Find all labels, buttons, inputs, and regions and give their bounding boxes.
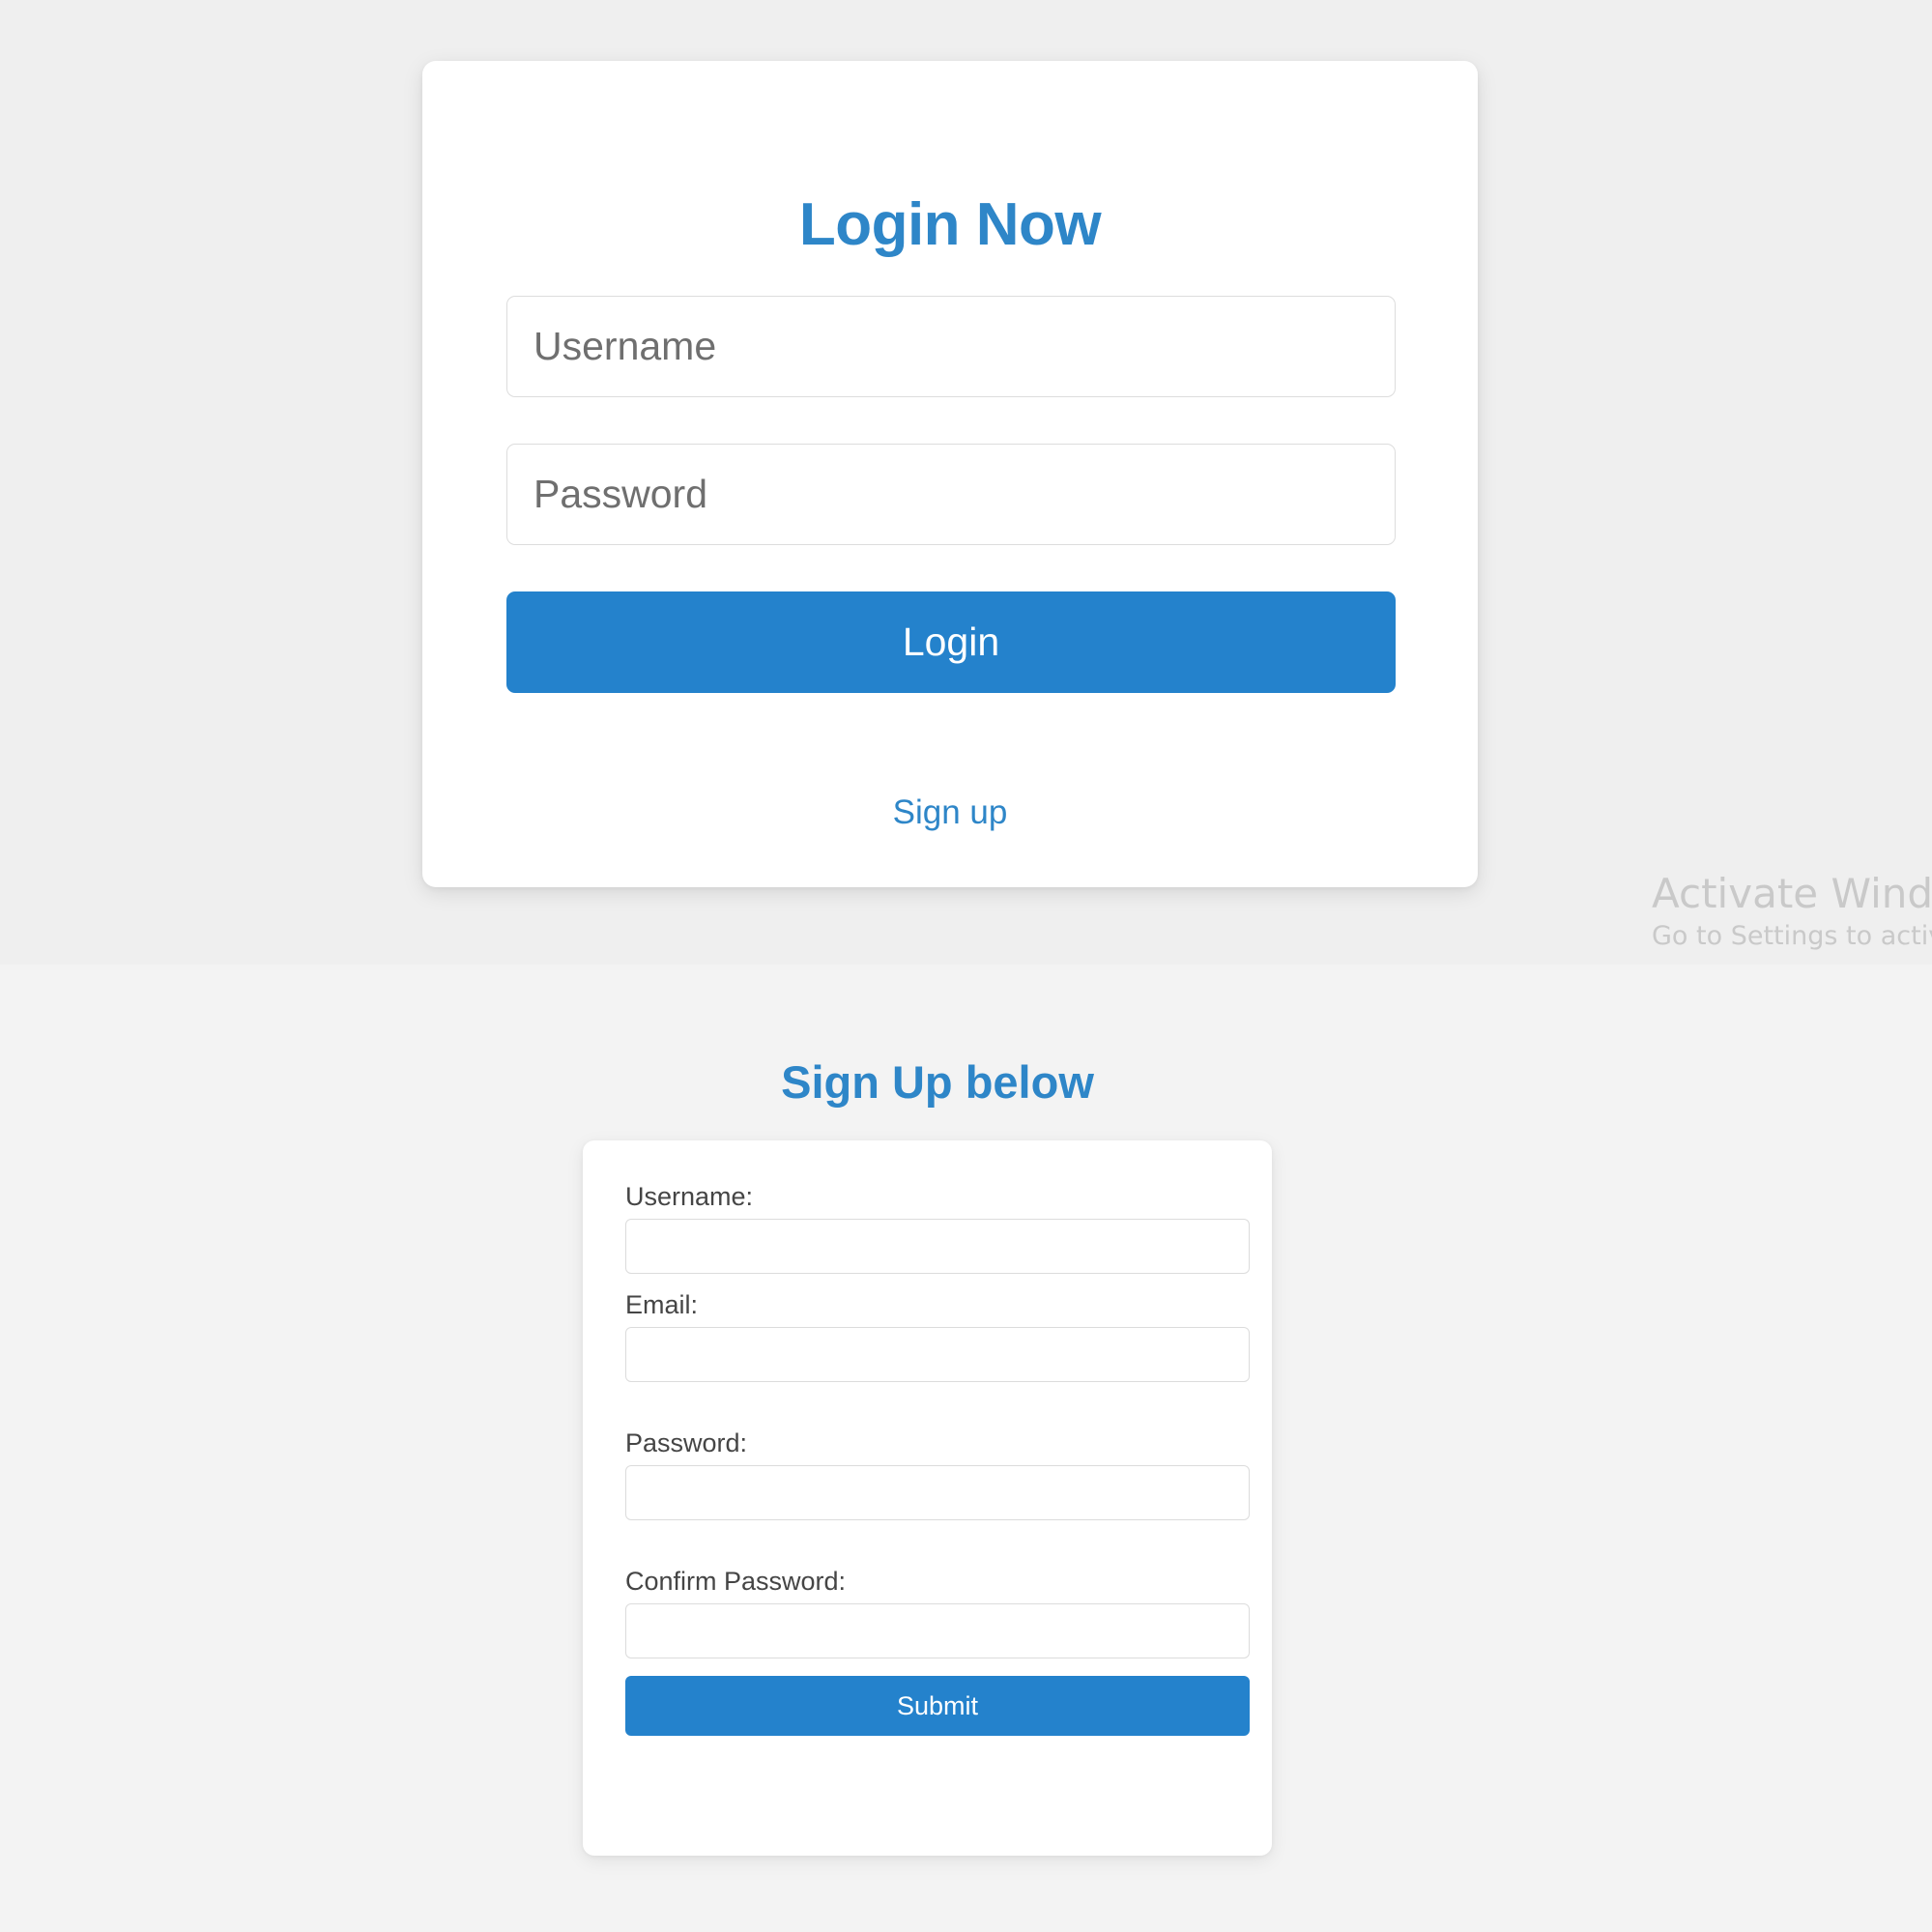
login-card: Login Now Username Password Login Sign u… <box>422 61 1478 887</box>
login-password-input[interactable]: Password <box>506 444 1396 545</box>
signup-submit-button[interactable]: Submit <box>625 1676 1250 1736</box>
signup-password-input[interactable] <box>625 1465 1250 1520</box>
signup-password-label: Password: <box>625 1428 748 1457</box>
login-title: Login Now <box>798 191 1102 258</box>
login-username-input[interactable]: Username <box>506 296 1396 397</box>
signup-username-label: Username: <box>625 1182 754 1211</box>
login-password-placeholder: Password <box>533 472 708 516</box>
login-username-placeholder: Username <box>533 324 717 368</box>
signup-heading: Sign Up below <box>781 1056 1094 1108</box>
signup-email-label: Email: <box>625 1290 699 1319</box>
signup-confirm-password-label: Confirm Password: <box>625 1567 847 1596</box>
watermark-title: Activate Windows <box>1652 870 1932 917</box>
windows-activation-watermark-top: Activate Windows Go to Settings to activ… <box>1652 870 1932 952</box>
login-page-section: Login Now Username Password Login Sign u… <box>0 0 1932 965</box>
signup-email-input[interactable] <box>625 1327 1250 1382</box>
signup-confirm-password-input[interactable] <box>625 1603 1250 1658</box>
signup-card: Username: Email: Password: Confirm Passw… <box>583 1140 1272 1856</box>
watermark-subtitle: Go to Settings to activate Windows. <box>1652 921 1932 952</box>
signup-page-section: Sign Up below Username: Email: Password:… <box>0 965 1932 1932</box>
login-submit-button[interactable]: Login <box>506 591 1396 693</box>
signup-link[interactable]: Sign up <box>422 793 1478 832</box>
signup-username-input[interactable] <box>625 1219 1250 1274</box>
